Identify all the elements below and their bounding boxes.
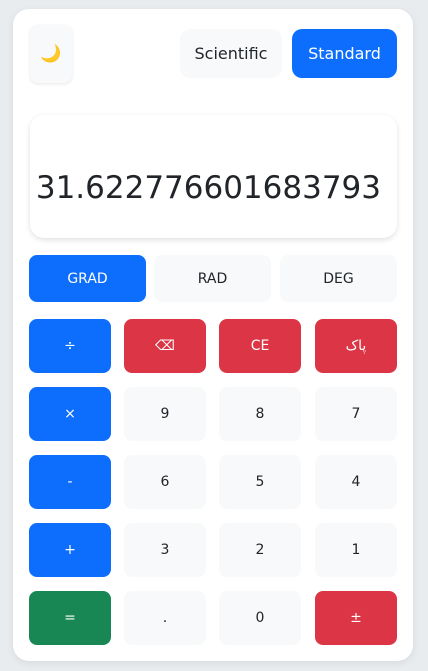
digit-4-button[interactable]: 4	[315, 455, 397, 509]
divide-button[interactable]: ÷	[29, 319, 111, 373]
multiply-button[interactable]: ×	[29, 387, 111, 441]
decimal-button[interactable]: .	[124, 591, 206, 645]
subtract-button[interactable]: -	[29, 455, 111, 509]
clear-all-button[interactable]: پاک	[315, 319, 397, 373]
digit-9-button[interactable]: 9	[124, 387, 206, 441]
calculator-panel: 🌙 Scientific Standard 31.622776601683793…	[13, 9, 413, 661]
theme-toggle-button[interactable]: 🌙	[30, 25, 72, 83]
digit-7-button[interactable]: 7	[315, 387, 397, 441]
deg-mode-button[interactable]: DEG	[280, 255, 397, 302]
grad-mode-button[interactable]: GRAD	[29, 255, 146, 302]
rad-mode-button[interactable]: RAD	[154, 255, 271, 302]
digit-5-button[interactable]: 5	[219, 455, 301, 509]
digit-8-button[interactable]: 8	[219, 387, 301, 441]
clear-entry-button[interactable]: CE	[219, 319, 301, 373]
negate-button[interactable]: ±	[315, 591, 397, 645]
digit-2-button[interactable]: 2	[219, 523, 301, 577]
scientific-mode-button[interactable]: Scientific	[180, 29, 282, 78]
equals-button[interactable]: =	[29, 591, 111, 645]
add-button[interactable]: +	[29, 523, 111, 577]
digit-3-button[interactable]: 3	[124, 523, 206, 577]
digit-6-button[interactable]: 6	[124, 455, 206, 509]
digit-0-button[interactable]: 0	[219, 591, 301, 645]
moon-icon: 🌙	[40, 44, 62, 64]
backspace-button[interactable]: ⌫	[124, 319, 206, 373]
backspace-icon: ⌫	[155, 338, 175, 354]
display-value: 31.622776601683793	[35, 169, 381, 206]
result-display: 31.622776601683793	[30, 115, 397, 238]
standard-mode-button[interactable]: Standard	[292, 29, 397, 78]
digit-1-button[interactable]: 1	[315, 523, 397, 577]
